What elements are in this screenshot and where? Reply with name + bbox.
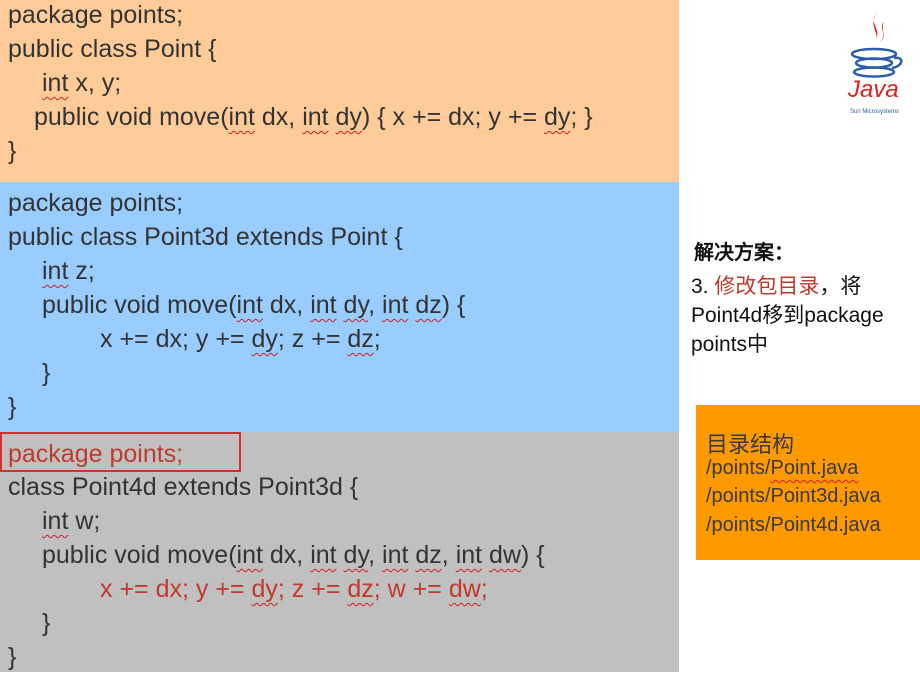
code-text: ; z += bbox=[277, 325, 348, 353]
keyword-int: int bbox=[228, 103, 255, 131]
keyword-int: int bbox=[236, 541, 263, 569]
code-line: x += dx; y += dy; z += dz; w += dw; bbox=[100, 572, 488, 606]
directory-path: /points/Point3d.java bbox=[706, 485, 881, 507]
code-text: , bbox=[368, 541, 383, 569]
java-logo-text: Java bbox=[848, 76, 899, 103]
keyword-int: int bbox=[236, 291, 263, 319]
code-text: ; z += bbox=[277, 575, 348, 603]
code-text: ; } bbox=[570, 103, 593, 131]
code-text: ) { bbox=[441, 291, 466, 319]
code-panel-point3d: package points; public class Point3d ext… bbox=[0, 182, 679, 432]
path-dir: /points/ bbox=[706, 457, 771, 479]
code-line: public void move(int dx, int dy, int dz)… bbox=[42, 288, 465, 322]
code-panel-point4d: package points; class Point4d extends Po… bbox=[0, 432, 679, 672]
code-line: } bbox=[42, 359, 51, 387]
keyword-int: int bbox=[382, 541, 409, 569]
keyword-int: int bbox=[42, 69, 69, 97]
code-line: public void move(int dx, int dy) { x += … bbox=[34, 100, 593, 134]
code-text: z; bbox=[68, 257, 95, 285]
solution-separator: ，将 bbox=[819, 275, 862, 298]
code-text: x += dx; y += bbox=[100, 325, 252, 353]
code-line: x += dx; y += dy; z += dz; bbox=[100, 322, 381, 356]
code-text: public void move( bbox=[42, 541, 237, 569]
code-line: package points; bbox=[8, 189, 184, 217]
code-line: class Point4d extends Point3d { bbox=[8, 473, 359, 501]
solution-number: 3. bbox=[691, 275, 715, 298]
directory-path: /points/Point.java bbox=[706, 457, 858, 480]
code-line: } bbox=[8, 643, 17, 671]
code-text: ; w += bbox=[373, 575, 449, 603]
keyword-int: int bbox=[42, 257, 69, 285]
code-text: , bbox=[441, 541, 456, 569]
code-text: dx, bbox=[262, 541, 311, 569]
code-text: ; bbox=[373, 325, 381, 353]
directory-path: /points/Point4d.java bbox=[706, 514, 881, 536]
keyword-int: int bbox=[310, 541, 337, 569]
param-dz: dz bbox=[415, 541, 442, 569]
solution-body: 3. 修改包目录，将 Point4d移到package points中 bbox=[691, 272, 911, 359]
keyword-int: int bbox=[382, 291, 409, 319]
param-dy: dy bbox=[251, 575, 278, 603]
code-line: public class Point3d extends Point { bbox=[8, 223, 403, 251]
code-text: ) { x += dx; y += bbox=[361, 103, 544, 131]
code-line: } bbox=[8, 393, 17, 421]
code-line: public class Point { bbox=[8, 35, 217, 63]
code-line: int w; bbox=[42, 504, 100, 538]
code-line: } bbox=[42, 609, 51, 637]
directory-title: 目录结构 bbox=[706, 432, 795, 457]
param-dy: dy bbox=[544, 103, 571, 131]
code-text: x, y; bbox=[68, 69, 122, 97]
code-text: ) { bbox=[521, 541, 545, 569]
param-dw: dw bbox=[489, 541, 522, 569]
directory-box: 目录结构 /points/Point.java /points/Point3d.… bbox=[696, 405, 920, 560]
code-text: ; bbox=[480, 575, 488, 603]
param-dy: dy bbox=[343, 541, 369, 569]
code-text: dx, bbox=[254, 103, 303, 131]
code-line: package points; bbox=[8, 1, 184, 29]
code-line: } bbox=[8, 137, 17, 165]
code-text: public void move( bbox=[42, 291, 237, 319]
keyword-int: int bbox=[302, 103, 329, 131]
code-text: , bbox=[368, 291, 383, 319]
code-line: int x, y; bbox=[42, 66, 121, 100]
param-dz: dz bbox=[347, 325, 374, 353]
code-line: int z; bbox=[42, 254, 95, 288]
code-line-package: package points; bbox=[8, 440, 184, 468]
java-logo-subtext: Sun Microsystems bbox=[850, 109, 900, 115]
keyword-int: int bbox=[42, 507, 69, 535]
code-line: public void move(int dx, int dy, int dz,… bbox=[42, 538, 545, 572]
code-panel-point: package points; public class Point { int… bbox=[0, 0, 679, 182]
code-text: dx, bbox=[262, 291, 311, 319]
keyword-int: int bbox=[310, 291, 337, 319]
param-dy: dy bbox=[343, 291, 369, 319]
param-dz: dz bbox=[347, 575, 374, 603]
keyword-int: int bbox=[455, 541, 483, 569]
code-text: public void move( bbox=[34, 103, 229, 131]
solution-text: Point4d移到package points中 bbox=[691, 304, 884, 356]
code-text: x += dx; y += bbox=[100, 575, 252, 603]
java-logo: Java Sun Microsystems bbox=[838, 10, 910, 120]
solution-highlight: 修改包目录 bbox=[714, 274, 820, 298]
path-file: Point.java bbox=[770, 457, 859, 479]
param-dz: dz bbox=[415, 291, 442, 319]
code-text: w; bbox=[68, 507, 101, 535]
solution-heading: 解决方案： bbox=[694, 242, 794, 264]
param-dy: dy bbox=[251, 325, 278, 353]
param-dw: dw bbox=[448, 575, 481, 603]
param-dy: dy bbox=[335, 103, 362, 131]
